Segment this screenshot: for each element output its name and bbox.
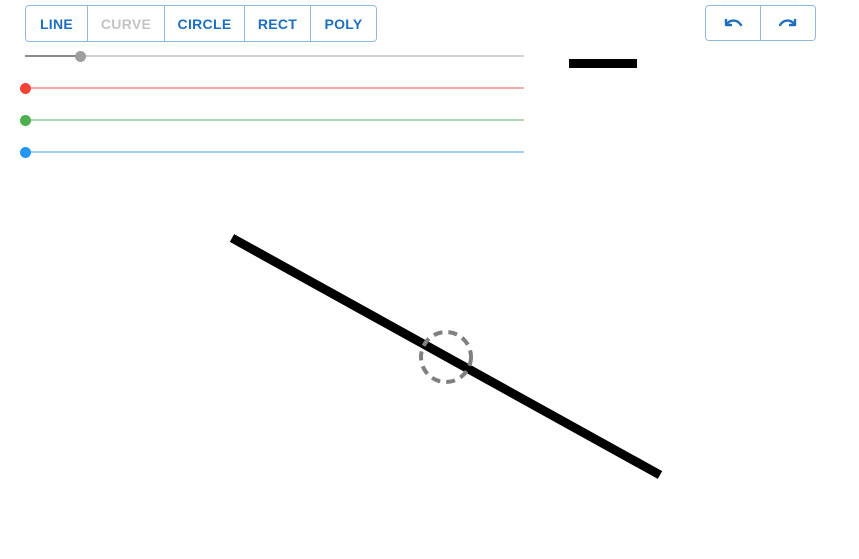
- poly-tool-button[interactable]: POLY: [311, 6, 376, 41]
- stroke-width-slider[interactable]: [25, 50, 524, 62]
- slider-track: [25, 119, 524, 121]
- slider-fill: [25, 55, 80, 57]
- rect-tool-button[interactable]: RECT: [245, 6, 311, 41]
- slider-thumb[interactable]: [20, 147, 31, 158]
- slider-thumb[interactable]: [20, 83, 31, 94]
- slider-track: [25, 151, 524, 153]
- blue-channel-slider[interactable]: [20, 146, 524, 158]
- history-controls: [705, 5, 816, 41]
- slider-track: [25, 55, 524, 57]
- brush-preview: [569, 59, 637, 68]
- line-tool-button[interactable]: LINE: [26, 6, 88, 41]
- undo-button[interactable]: [706, 6, 760, 40]
- red-channel-slider[interactable]: [20, 82, 524, 94]
- drawing-app: LINE CURVE CIRCLE RECT POLY: [0, 0, 859, 559]
- slider-thumb[interactable]: [74, 51, 86, 62]
- tool-selector: LINE CURVE CIRCLE RECT POLY: [25, 5, 377, 42]
- line-midpoint-handle[interactable]: [419, 330, 473, 384]
- slider-track: [25, 87, 524, 89]
- slider-thumb[interactable]: [20, 115, 31, 126]
- redo-button[interactable]: [760, 6, 815, 40]
- curve-tool-button[interactable]: CURVE: [88, 6, 165, 41]
- circle-tool-button[interactable]: CIRCLE: [165, 6, 245, 41]
- redo-icon: [778, 19, 797, 27]
- undo-icon: [724, 19, 743, 27]
- green-channel-slider[interactable]: [20, 114, 524, 126]
